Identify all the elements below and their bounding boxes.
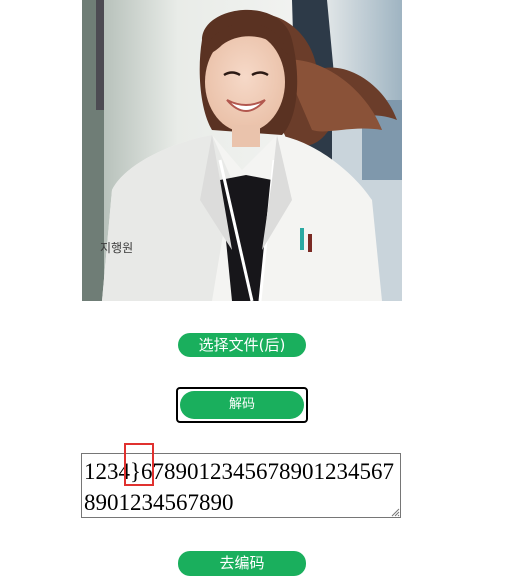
result-textarea[interactable]: 1234}67890123456789012345678901234567890: [81, 453, 401, 518]
resize-grip-icon[interactable]: [391, 508, 400, 517]
decode-button[interactable]: 解码: [180, 391, 304, 419]
select-file-button[interactable]: 选择文件(后): [178, 333, 306, 357]
portrait-image: 지행원: [82, 0, 402, 301]
decode-button-focus-ring: 解码: [176, 387, 308, 423]
encode-button[interactable]: 去编码: [178, 551, 306, 576]
coat-badge-text: 지행원: [100, 240, 133, 255]
